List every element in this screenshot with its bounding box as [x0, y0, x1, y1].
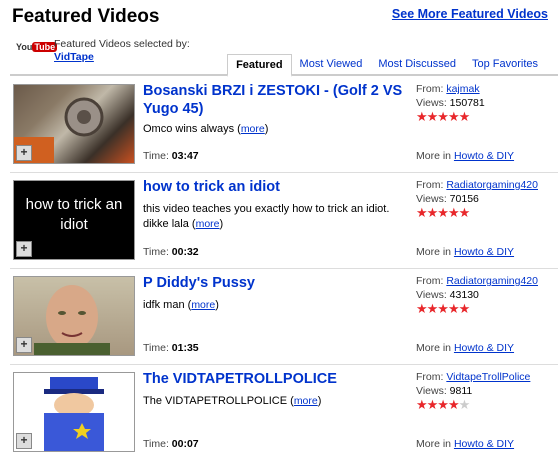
more-in-category: More in Howto & DIY: [416, 438, 515, 450]
video-time: Time: 00:32: [143, 246, 199, 258]
more-link[interactable]: more: [196, 218, 220, 230]
category-link[interactable]: Howto & DIY: [454, 150, 514, 162]
selected-by: Featured Videos selected by: VidTape: [54, 38, 190, 64]
video-row: + Bosanski BRZI i ZESTOKI - (Golf 2 VS Y…: [10, 80, 558, 174]
section-title: Featured Videos: [12, 6, 160, 27]
rating-stars-icon: ★★★★★: [416, 109, 470, 124]
engine-thumbnail-art: [14, 97, 104, 163]
video-row: how to trick an idiot + how to trick an …: [10, 176, 558, 270]
add-to-quicklist-icon[interactable]: +: [16, 241, 32, 257]
from-user-link[interactable]: kajmak: [446, 83, 479, 95]
selected-by-user-link[interactable]: VidTape: [54, 51, 190, 64]
video-description: Omco wins always (more): [143, 123, 269, 135]
from-user-link[interactable]: Radiatorgaming420: [446, 179, 538, 191]
row-divider: [10, 268, 558, 269]
tab-bar: Featured Most Viewed Most Discussed Top …: [227, 54, 546, 77]
more-link[interactable]: more: [191, 299, 215, 311]
video-row: + P Diddy's Pussy idfk man (more) Time: …: [10, 272, 558, 366]
thumbnail-caption: how to trick an idiot: [25, 196, 123, 233]
video-time: Time: 03:47: [143, 150, 199, 162]
video-thumbnail[interactable]: +: [13, 276, 135, 356]
video-title-link[interactable]: how to trick an idiot: [143, 178, 403, 196]
video-thumbnail[interactable]: +: [13, 372, 135, 452]
tab-featured[interactable]: Featured: [227, 54, 292, 77]
row-divider: [10, 172, 558, 173]
video-title-link[interactable]: P Diddy's Pussy: [143, 274, 403, 292]
video-meta: From: kajmak Views: 150781 ★★★★★: [416, 82, 556, 123]
category-link[interactable]: Howto & DIY: [454, 342, 514, 354]
tab-top-favorites[interactable]: Top Favorites: [464, 54, 546, 74]
video-thumbnail[interactable]: how to trick an idiot +: [13, 180, 135, 260]
rating-stars-icon: ★★★★★: [416, 301, 470, 316]
youtube-logo: You Tube: [16, 42, 58, 52]
video-time: Time: 01:35: [143, 342, 199, 354]
add-to-quicklist-icon[interactable]: +: [16, 337, 32, 353]
more-link[interactable]: more: [241, 123, 265, 135]
tab-most-viewed[interactable]: Most Viewed: [292, 54, 371, 74]
more-in-category: More in Howto & DIY: [416, 246, 515, 258]
row-divider: [10, 364, 558, 365]
tab-most-discussed[interactable]: Most Discussed: [370, 54, 464, 74]
category-link[interactable]: Howto & DIY: [454, 246, 514, 258]
more-link[interactable]: more: [294, 395, 318, 407]
add-to-quicklist-icon[interactable]: +: [16, 433, 32, 449]
video-description: idfk man (more): [143, 299, 219, 311]
rating-stars-icon: ★★★★★: [416, 397, 470, 412]
rating-stars-icon: ★★★★★: [416, 205, 470, 220]
video-meta: From: Radiatorgaming420 Views: 70156 ★★★…: [416, 178, 556, 219]
video-description: this video teaches you exactly how to tr…: [143, 203, 390, 230]
from-user-link[interactable]: VidtapeTrollPolice: [446, 371, 530, 383]
video-description: The VIDTAPETROLLPOLICE (more): [143, 395, 322, 407]
police-cartoon-thumbnail-art: [44, 377, 104, 451]
video-title-link[interactable]: Bosanski BRZI i ZESTOKI - (Golf 2 VS Yug…: [143, 82, 403, 118]
video-meta: From: VidtapeTrollPolice Views: 9811 ★★★…: [416, 370, 556, 411]
category-link[interactable]: Howto & DIY: [454, 438, 514, 450]
video-time: Time: 00:07: [143, 438, 199, 450]
video-title-link[interactable]: The VIDTAPETROLLPOLICE: [143, 370, 403, 388]
more-in-category: More in Howto & DIY: [416, 150, 515, 162]
see-more-featured-link[interactable]: See More Featured Videos: [392, 7, 548, 21]
selected-by-label: Featured Videos selected by:: [54, 38, 190, 50]
add-to-quicklist-icon[interactable]: +: [16, 145, 32, 161]
from-user-link[interactable]: Radiatorgaming420: [446, 275, 538, 287]
face-thumbnail-art: [34, 285, 110, 355]
video-meta: From: Radiatorgaming420 Views: 43130 ★★★…: [416, 274, 556, 315]
video-row: + The VIDTAPETROLLPOLICE The VIDTAPETROL…: [10, 368, 558, 462]
more-in-category: More in Howto & DIY: [416, 342, 515, 354]
video-thumbnail[interactable]: +: [13, 84, 135, 164]
